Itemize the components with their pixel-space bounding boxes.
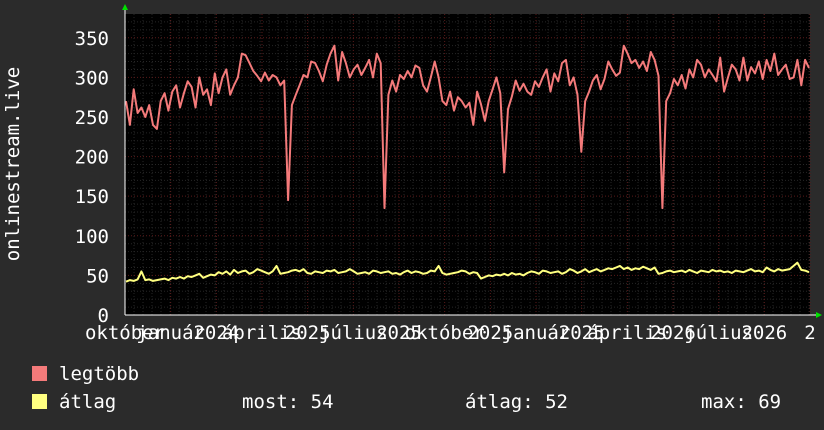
- legend-swatch-legtobb: [32, 366, 47, 381]
- stat-max: max: 69: [701, 391, 782, 413]
- stat-avg: átlag: 52: [465, 391, 568, 413]
- y-tick-label: 350: [75, 28, 109, 50]
- x-tick-label: 2026: [741, 322, 787, 344]
- y-tick-label: 100: [75, 226, 109, 248]
- x-axis-arrow: [816, 312, 822, 318]
- y-tick-label: 300: [75, 67, 109, 89]
- y-axis-title: onlinestream.live: [2, 67, 24, 261]
- legend-label-legtobb: legtöbb: [59, 363, 140, 385]
- y-tick-label: 200: [75, 147, 109, 169]
- y-axis-arrow: [122, 4, 128, 10]
- y-tick-label: 50: [86, 265, 109, 287]
- y-tick-label: 250: [75, 107, 109, 129]
- legend-label-atlag: átlag: [59, 391, 117, 413]
- y-tick-label: 150: [75, 186, 109, 208]
- stat-now: most: 54: [242, 391, 334, 413]
- x-tick-label: 2: [804, 322, 815, 344]
- legend-swatch-atlag: [32, 394, 47, 409]
- chart-svg: 050100150200250300350októberjanuár2024áp…: [2, 4, 822, 344]
